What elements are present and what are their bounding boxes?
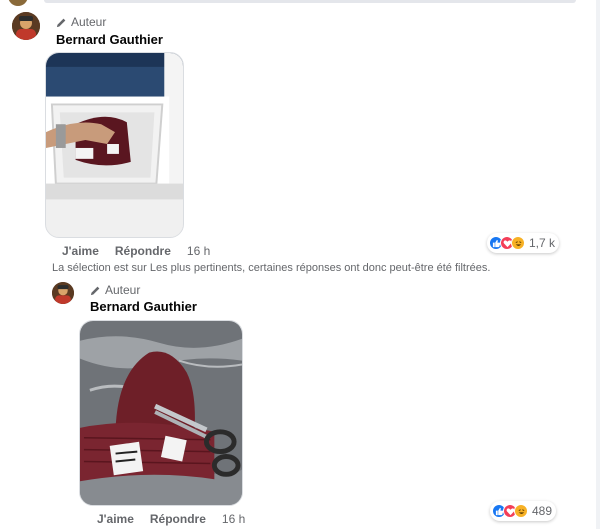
author-badge: Auteur [90, 283, 140, 297]
previous-avatar[interactable] [8, 0, 28, 6]
beanie-and-scissors-image [80, 321, 242, 505]
reply-button[interactable]: Répondre [115, 244, 171, 258]
reply-button[interactable]: Répondre [150, 512, 206, 526]
avatar-image [52, 282, 74, 304]
filter-notice: La sélection est sur Les plus pertinents… [52, 262, 491, 274]
author-badge-label: Auteur [105, 283, 141, 297]
author-name[interactable]: Bernard Gauthier [56, 32, 163, 47]
haha-icon [511, 236, 525, 250]
like-button[interactable]: J'aime [62, 244, 99, 258]
pencil-icon [56, 18, 66, 27]
timestamp[interactable]: 16 h [187, 244, 210, 258]
comment-actions: J'aime Répondre 16 h [97, 512, 245, 526]
comment-actions: J'aime Répondre 16 h [62, 244, 210, 258]
reactions-summary[interactable]: 1,7 k [487, 233, 560, 253]
timestamp[interactable]: 16 h [222, 512, 245, 526]
comment-photo[interactable] [79, 320, 243, 506]
scrollbar[interactable] [596, 0, 600, 529]
reaction-count: 489 [532, 504, 553, 518]
like-button[interactable]: J'aime [97, 512, 134, 526]
avatar[interactable] [12, 12, 40, 40]
author-badge-label: Auteur [71, 15, 107, 29]
comment-photo[interactable] [45, 52, 184, 238]
previous-comment-bubble-edge [44, 0, 576, 3]
beanie-in-bin-image [46, 53, 183, 237]
reaction-count: 1,7 k [529, 236, 556, 250]
pencil-icon [90, 286, 100, 295]
avatar-image [12, 12, 40, 40]
haha-icon [514, 504, 528, 518]
author-name[interactable]: Bernard Gauthier [90, 299, 197, 314]
avatar[interactable] [52, 282, 74, 304]
reactions-summary[interactable]: 489 [490, 501, 557, 521]
author-badge: Auteur [56, 15, 106, 29]
